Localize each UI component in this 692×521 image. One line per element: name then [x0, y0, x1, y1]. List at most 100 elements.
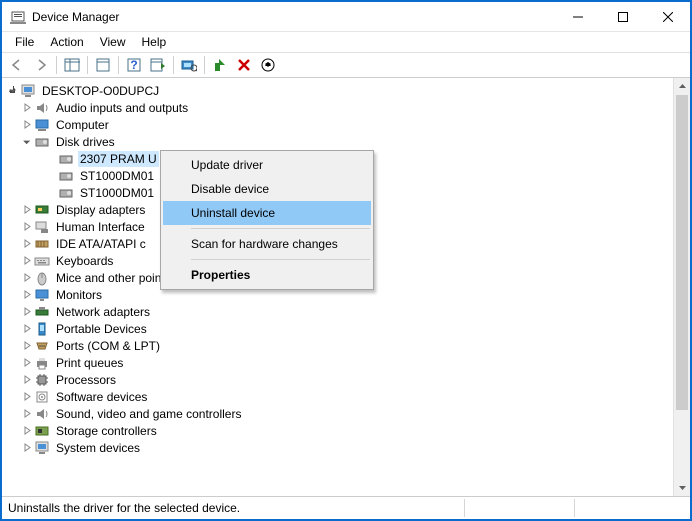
toolbar-separator — [118, 56, 119, 74]
menu-view[interactable]: View — [93, 33, 133, 51]
tree-category-software[interactable]: Software devices — [6, 388, 673, 405]
tree-label: Storage controllers — [54, 423, 159, 439]
tree-label: Computer — [54, 117, 111, 133]
storage-icon — [34, 423, 50, 439]
statusbar: Uninstalls the driver for the selected d… — [2, 497, 690, 519]
tree-label: Monitors — [54, 287, 104, 303]
tree-category-computer[interactable]: Computer — [6, 116, 673, 133]
help-button[interactable]: ? — [123, 54, 145, 76]
back-button[interactable] — [6, 54, 28, 76]
tree-root[interactable]: DESKTOP-O0DUPCJ — [6, 82, 673, 99]
tree-label: IDE ATA/ATAPI c — [54, 236, 148, 252]
ide-icon — [34, 236, 50, 252]
menu-action[interactable]: Action — [43, 33, 90, 51]
disk-icon — [58, 168, 74, 184]
ctx-properties[interactable]: Properties — [163, 263, 371, 287]
system-icon — [34, 440, 50, 456]
show-hide-tree-button[interactable] — [61, 54, 83, 76]
ctx-uninstall-device[interactable]: Uninstall device — [163, 201, 371, 225]
tree-category-audio[interactable]: Audio inputs and outputs — [6, 99, 673, 116]
toolbar-separator — [204, 56, 205, 74]
expand-icon[interactable] — [20, 239, 34, 248]
titlebar: Device Manager — [2, 2, 690, 32]
hid-icon — [34, 219, 50, 235]
ctx-disable-device[interactable]: Disable device — [163, 177, 371, 201]
tree-label: Network adapters — [54, 304, 152, 320]
expand-icon[interactable] — [20, 256, 34, 265]
ctx-update-driver[interactable]: Update driver — [163, 153, 371, 177]
menu-help[interactable]: Help — [135, 33, 174, 51]
collapse-icon[interactable] — [6, 86, 20, 95]
expand-icon[interactable] — [20, 120, 34, 129]
display-icon — [34, 202, 50, 218]
expand-icon[interactable] — [20, 307, 34, 316]
expand-icon[interactable] — [20, 290, 34, 299]
enable-device-button[interactable] — [209, 54, 231, 76]
tree-category-storage[interactable]: Storage controllers — [6, 422, 673, 439]
toolbar: ? — [2, 52, 690, 78]
portable-icon — [34, 321, 50, 337]
properties-button[interactable] — [92, 54, 114, 76]
tree-category-processors[interactable]: Processors — [6, 371, 673, 388]
ctx-scan-hardware[interactable]: Scan for hardware changes — [163, 232, 371, 256]
action-button[interactable] — [147, 54, 169, 76]
tree-label: Ports (COM & LPT) — [54, 338, 162, 354]
disk-icon — [34, 134, 50, 150]
tree-category-disk[interactable]: Disk drives — [6, 133, 673, 150]
expand-icon[interactable] — [20, 375, 34, 384]
vertical-scrollbar[interactable] — [673, 78, 690, 496]
scroll-down-button[interactable] — [674, 479, 690, 496]
update-driver-button[interactable] — [257, 54, 279, 76]
tree-label: Sound, video and game controllers — [54, 406, 243, 422]
expand-icon[interactable] — [20, 443, 34, 452]
tree-category-network[interactable]: Network adapters — [6, 303, 673, 320]
expand-icon[interactable] — [20, 273, 34, 282]
device-tree[interactable]: DESKTOP-O0DUPCJ Audio inputs and outputs… — [2, 78, 673, 496]
expand-icon[interactable] — [20, 426, 34, 435]
expand-icon[interactable] — [20, 205, 34, 214]
tree-category-printqueues[interactable]: Print queues — [6, 354, 673, 371]
scroll-up-button[interactable] — [674, 78, 690, 95]
svg-text:?: ? — [130, 58, 137, 72]
audio-icon — [34, 100, 50, 116]
tree-label: Keyboards — [54, 253, 115, 269]
printer-icon — [34, 355, 50, 371]
menubar: File Action View Help — [2, 32, 690, 52]
tree-category-portable[interactable]: Portable Devices — [6, 320, 673, 337]
scan-hardware-button[interactable] — [178, 54, 200, 76]
tree-label: Disk drives — [54, 134, 117, 150]
tree-label: Software devices — [54, 389, 149, 405]
minimize-button[interactable] — [555, 2, 600, 31]
menu-file[interactable]: File — [8, 33, 41, 51]
collapse-icon[interactable] — [20, 137, 34, 146]
scroll-thumb[interactable] — [676, 95, 688, 410]
tree-category-ports[interactable]: Ports (COM & LPT) — [6, 337, 673, 354]
toolbar-separator — [87, 56, 88, 74]
tree-category-system[interactable]: System devices — [6, 439, 673, 456]
scroll-track[interactable] — [674, 95, 690, 479]
maximize-button[interactable] — [600, 2, 645, 31]
content-area: DESKTOP-O0DUPCJ Audio inputs and outputs… — [2, 78, 690, 497]
forward-button[interactable] — [30, 54, 52, 76]
expand-icon[interactable] — [20, 324, 34, 333]
expand-icon[interactable] — [20, 341, 34, 350]
disk-icon — [58, 185, 74, 201]
expand-icon[interactable] — [20, 222, 34, 231]
expand-icon[interactable] — [20, 358, 34, 367]
status-segment — [464, 499, 574, 517]
expand-icon[interactable] — [20, 103, 34, 112]
expand-icon[interactable] — [20, 392, 34, 401]
mouse-icon — [34, 270, 50, 286]
uninstall-device-button[interactable] — [233, 54, 255, 76]
app-icon — [10, 9, 26, 25]
tree-category-sound[interactable]: Sound, video and game controllers — [6, 405, 673, 422]
tree-label: ST1000DM01 — [78, 168, 156, 184]
expand-icon[interactable] — [20, 409, 34, 418]
sound-icon — [34, 406, 50, 422]
tree-label: Processors — [54, 372, 118, 388]
close-button[interactable] — [645, 2, 690, 31]
ctx-separator — [191, 228, 370, 229]
status-segment — [574, 499, 684, 517]
processor-icon — [34, 372, 50, 388]
tree-label: DESKTOP-O0DUPCJ — [40, 83, 161, 99]
